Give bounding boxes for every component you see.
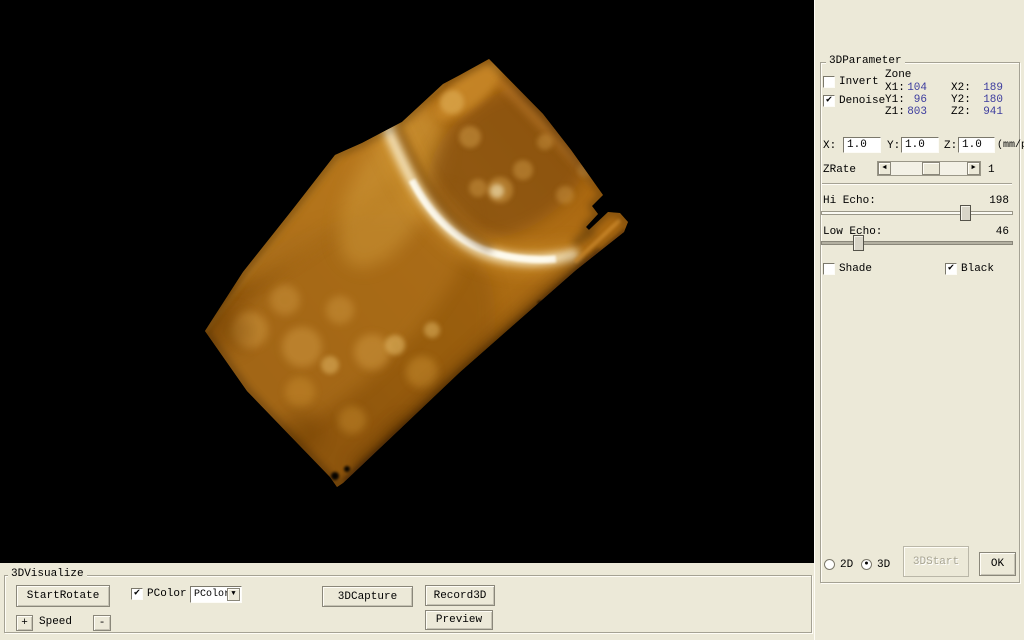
- app-window: 3DParameter Invert ✔ Denoise Zone X1: 10…: [0, 0, 1024, 640]
- scale-unit-label: (mm/p): [997, 140, 1024, 152]
- x-scale-input[interactable]: [843, 137, 881, 153]
- pcolor-select-arrow-button[interactable]: ▼: [227, 588, 240, 601]
- shade-label: Shade: [839, 263, 872, 275]
- 3dstart-button[interactable]: 3DStart: [903, 546, 969, 577]
- zone-y2-value: 180: [965, 94, 1003, 106]
- black-checkmark-icon: ✔: [948, 263, 954, 274]
- x-scale-label: X:: [823, 140, 836, 152]
- pcolor-checkmark-icon: ✔: [134, 588, 140, 599]
- zrate-scrollbar-thumb[interactable]: [922, 162, 940, 175]
- zrate-value: 1: [988, 164, 995, 176]
- pcolor-select[interactable]: PColor ▼: [190, 586, 242, 603]
- denoise-checkbox[interactable]: ✔: [823, 95, 835, 107]
- zrate-scroll-left-button[interactable]: ◄: [878, 162, 891, 175]
- ok-button[interactable]: OK: [979, 552, 1016, 576]
- hi-echo-value: 198: [965, 195, 1009, 207]
- start-rotate-button[interactable]: StartRotate: [16, 585, 110, 607]
- mode-2d-label: 2D: [840, 559, 853, 571]
- invert-label: Invert: [839, 76, 879, 88]
- black-label: Black: [961, 263, 994, 275]
- shade-checkbox[interactable]: [823, 263, 835, 275]
- ultrasound-volume-render: [0, 0, 814, 563]
- speed-plus-button[interactable]: +: [16, 615, 33, 631]
- record3d-button[interactable]: Record3D: [425, 585, 495, 606]
- zone-x2-value: 189: [965, 82, 1003, 94]
- zone-z2-value: 941: [965, 106, 1003, 118]
- zrate-scrollbar[interactable]: ◄ ►: [877, 161, 981, 176]
- visualize-group-title: 3DVisualize: [8, 568, 87, 580]
- mode-2d-radio[interactable]: [824, 559, 835, 570]
- z-scale-input[interactable]: [958, 137, 995, 153]
- parameter-panel: 3DParameter Invert ✔ Denoise Zone X1: 10…: [814, 0, 1024, 640]
- radio-dot-icon: ●: [864, 560, 868, 568]
- y-scale-label: Y:: [887, 140, 900, 152]
- black-checkbox[interactable]: ✔: [945, 263, 957, 275]
- arrow-right-icon: ►: [971, 164, 975, 172]
- speed-minus-button[interactable]: -: [93, 615, 111, 631]
- 3dcapture-button[interactable]: 3DCapture: [322, 586, 413, 607]
- parameter-group-title: 3DParameter: [826, 55, 905, 67]
- arrow-left-icon: ◄: [882, 164, 886, 172]
- low-echo-slider[interactable]: [821, 241, 1013, 245]
- speed-label: Speed: [39, 616, 72, 628]
- mode-3d-label: 3D: [877, 559, 890, 571]
- y-scale-input[interactable]: [901, 137, 939, 153]
- pcolor-checkbox[interactable]: ✔: [131, 588, 143, 600]
- visualize-panel: 3DVisualize StartRotate ✔ PColor PColor …: [0, 563, 814, 640]
- pcolor-select-value: PColor: [194, 589, 230, 600]
- mode-3d-radio[interactable]: ●: [861, 559, 872, 570]
- denoise-checkmark-icon: ✔: [826, 95, 832, 106]
- chevron-down-icon: ▼: [231, 590, 235, 598]
- zrate-label: ZRate: [823, 164, 856, 176]
- pcolor-label: PColor: [147, 588, 187, 600]
- render-canvas[interactable]: [0, 0, 814, 563]
- zone-z1-value: 803: [899, 106, 927, 118]
- hi-echo-slider-thumb[interactable]: [960, 205, 971, 221]
- invert-checkbox[interactable]: [823, 76, 835, 88]
- preview-button[interactable]: Preview: [425, 610, 493, 630]
- zone-label: Zone: [885, 69, 911, 81]
- denoise-label: Denoise: [839, 95, 885, 107]
- low-echo-value: 46: [965, 226, 1009, 238]
- zone-x1-value: 104: [899, 82, 927, 94]
- low-echo-slider-thumb[interactable]: [853, 235, 864, 251]
- hi-echo-slider[interactable]: [821, 211, 1013, 215]
- z-scale-label: Z:: [944, 140, 957, 152]
- hi-echo-label: Hi Echo:: [823, 195, 876, 207]
- zrate-scroll-right-button[interactable]: ►: [967, 162, 980, 175]
- zone-y1-value: 96: [899, 94, 927, 106]
- separator: [822, 183, 1012, 185]
